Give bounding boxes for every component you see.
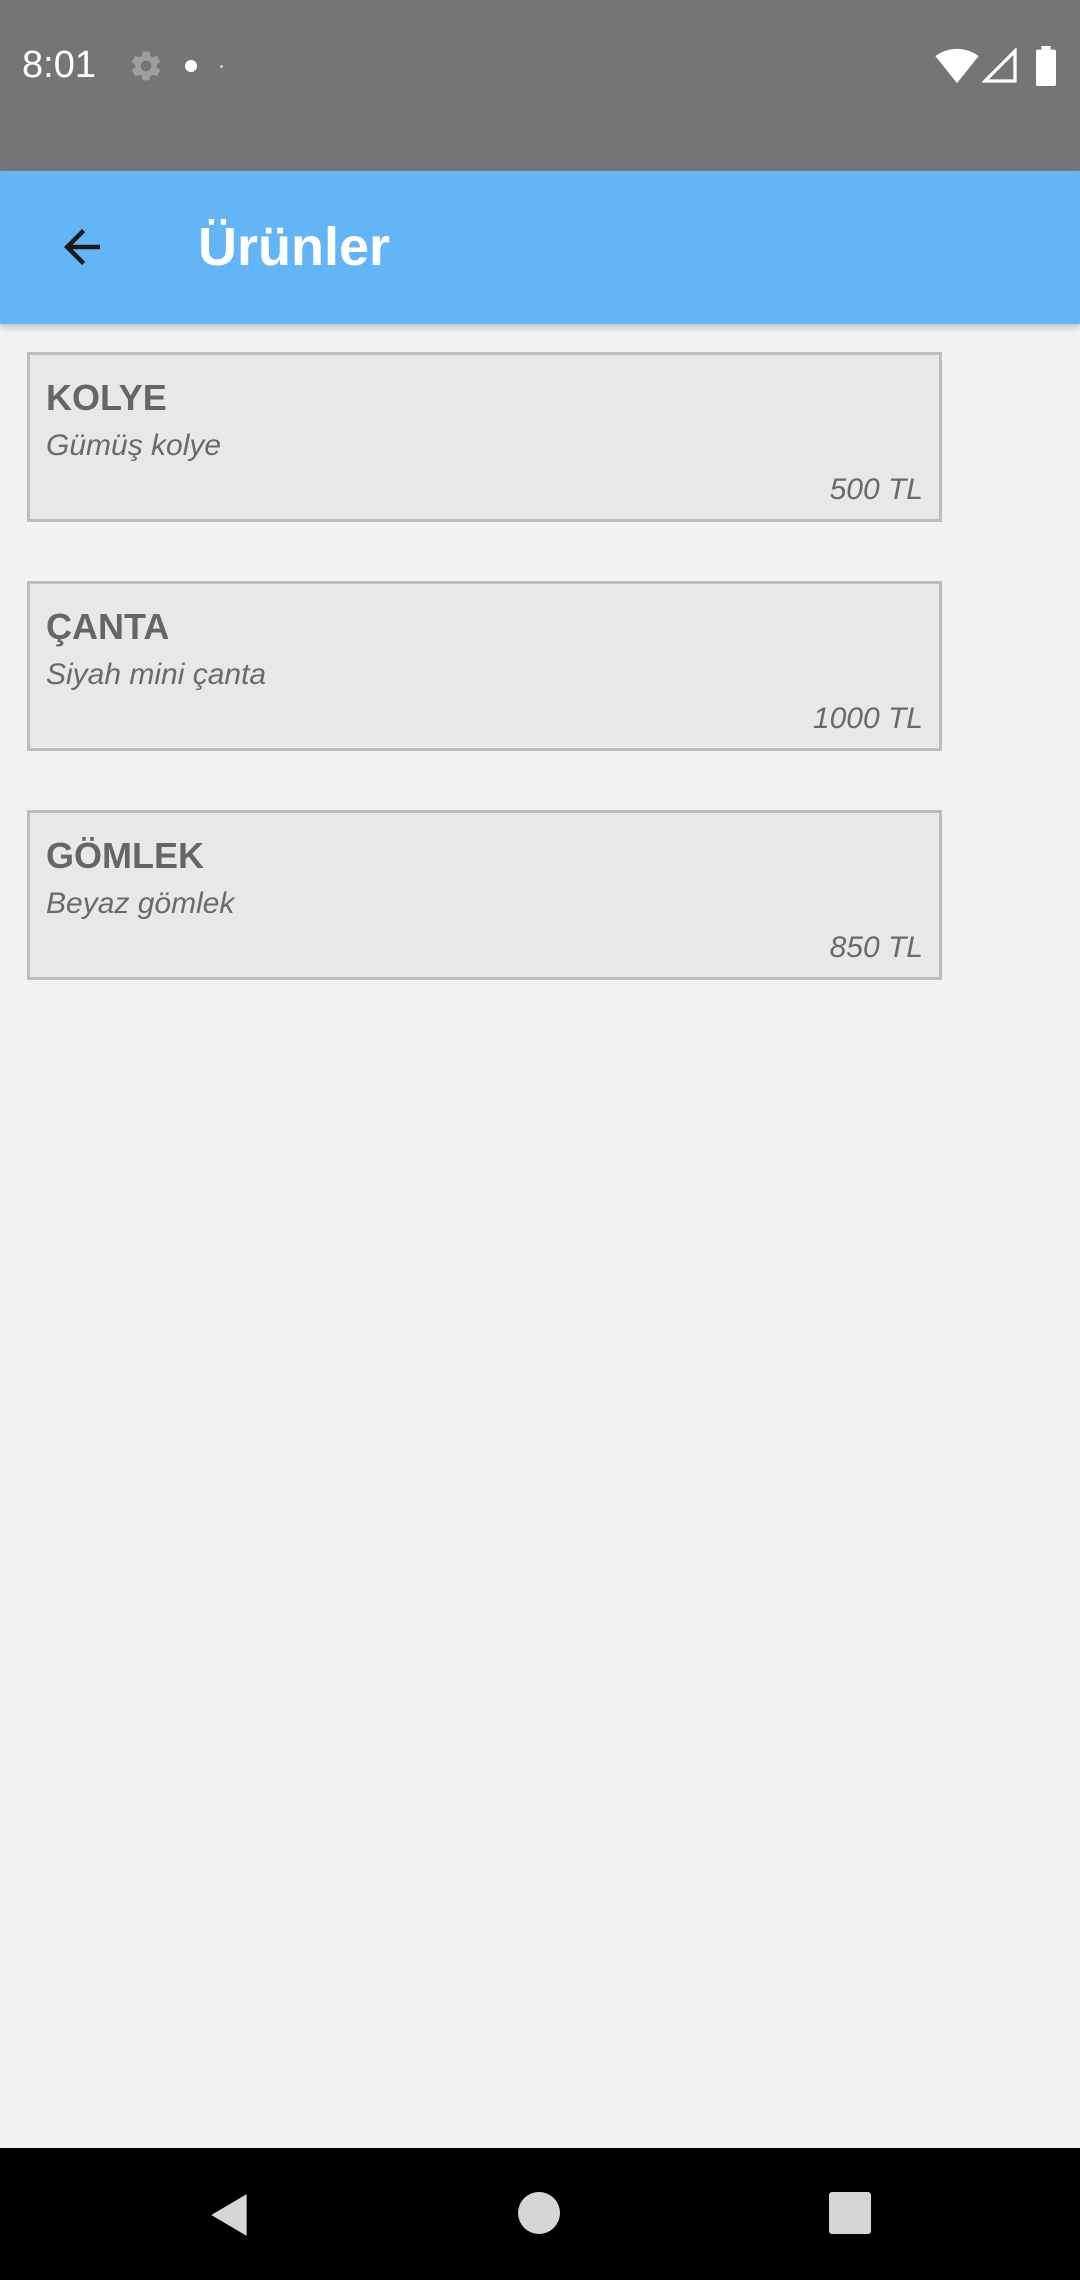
product-price: 500 TL [829, 473, 923, 506]
app-bar: Ürünler [0, 171, 1080, 324]
arrow-back-icon [64, 229, 100, 265]
status-bar: 8:01 [0, 0, 1080, 171]
battery-icon [1036, 46, 1056, 86]
product-card-kolye[interactable]: KOLYE Gümüş kolye 500 TL [27, 352, 942, 522]
nav-back-icon[interactable] [205, 2190, 255, 2240]
notification-dot-small-icon [220, 65, 223, 68]
product-price: 850 TL [829, 931, 923, 964]
product-description: Gümüş kolye [46, 429, 222, 462]
gear-icon [131, 51, 161, 81]
wifi-icon [935, 48, 979, 84]
product-description: Siyah mini çanta [46, 658, 267, 691]
back-button[interactable] [36, 201, 128, 293]
product-name: KOLYE [46, 377, 167, 418]
product-card-canta[interactable]: ÇANTA Siyah mini çanta 1000 TL [27, 581, 942, 751]
nav-recents-icon[interactable] [829, 2192, 871, 2234]
page-title: Ürünler [198, 217, 391, 277]
product-name: GÖMLEK [46, 835, 204, 876]
product-name: ÇANTA [46, 606, 170, 647]
nav-home-icon[interactable] [518, 2192, 560, 2234]
status-time: 8:01 [22, 44, 96, 86]
product-card-gomlek[interactable]: GÖMLEK Beyaz gömlek 850 TL [27, 810, 942, 980]
notification-dot-icon [185, 60, 197, 72]
system-nav-bar [0, 2148, 1080, 2280]
product-price: 1000 TL [812, 702, 923, 735]
product-description: Beyaz gömlek [46, 887, 235, 920]
signal-icon [982, 48, 1017, 83]
product-list: KOLYE Gümüş kolye 500 TL ÇANTA Siyah min… [27, 352, 946, 1039]
